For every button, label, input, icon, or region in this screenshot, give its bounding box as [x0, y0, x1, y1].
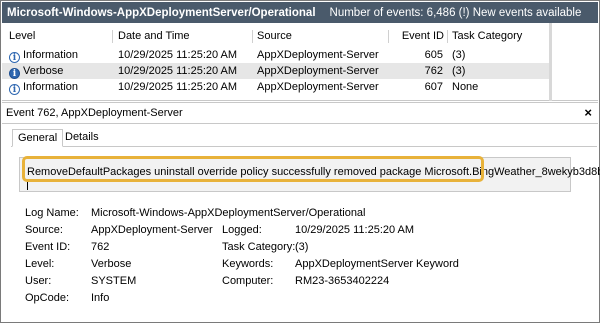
log-title: Microsoft-Windows-AppXDeploymentServer/O…	[7, 6, 316, 19]
row-level: Information	[23, 81, 79, 93]
tab-details[interactable]: Details	[60, 129, 104, 147]
event-id-value: 762	[91, 241, 110, 253]
logged-value: 10/29/2025 11:25:20 AM	[295, 224, 415, 236]
detail-tabs: General Details	[2, 125, 598, 147]
opcode-value: Info	[91, 292, 110, 304]
list-scrollbar[interactable]	[549, 23, 598, 101]
column-header-source[interactable]: Source	[257, 28, 387, 44]
row-event-id: 607	[424, 81, 443, 93]
column-header-date[interactable]: Date and Time	[118, 28, 253, 44]
column-header-event-id[interactable]: Event ID	[394, 28, 444, 44]
row-event-id: 762	[424, 65, 443, 77]
info-icon: i	[9, 52, 20, 63]
tab-general[interactable]: General	[12, 129, 64, 147]
row-event-id: 605	[424, 49, 443, 61]
user-label: User:	[25, 275, 52, 287]
level-value: Verbose	[91, 258, 132, 270]
column-header-task-category[interactable]: Task Category	[452, 28, 547, 44]
event-row[interactable]: i Information 10/29/2025 11:25:20 AM AppX…	[2, 47, 552, 63]
row-date: 10/29/2025 11:25:20 AM	[118, 81, 238, 93]
event-row-selected[interactable]: i Verbose 10/29/2025 11:25:20 AM AppXDepl…	[2, 63, 552, 79]
info-icon: i	[9, 84, 20, 95]
event-id-label: Event ID:	[25, 241, 71, 253]
source-value: AppXDeployment-Server	[91, 224, 213, 236]
level-label: Level:	[25, 258, 55, 270]
row-level: Verbose	[23, 65, 64, 77]
log-header-bar: Microsoft-Windows-AppXDeploymentServer/O…	[2, 2, 598, 23]
event-row[interactable]: i Information 10/29/2025 11:25:20 AM AppX…	[2, 79, 552, 95]
list-header: Level Date and Time Source Event ID Task…	[2, 28, 552, 44]
logged-label: Logged:	[222, 224, 262, 236]
row-source: AppXDeployment-Server	[257, 81, 379, 93]
source-label: Source:	[25, 224, 63, 236]
row-date: 10/29/2025 11:25:20 AM	[118, 65, 238, 77]
close-icon[interactable]: ×	[584, 105, 592, 120]
log-name-value: Microsoft-Windows-AppXDeploymentServer/O…	[91, 207, 366, 219]
scrollbar-track[interactable]	[549, 23, 552, 101]
row-category: None	[452, 81, 479, 93]
message-highlight	[22, 156, 484, 182]
row-category: (3)	[452, 49, 466, 61]
event-viewer-window: Microsoft-Windows-AppXDeploymentServer/O…	[0, 0, 600, 323]
opcode-label: OpCode:	[25, 292, 70, 304]
keywords-label: Keywords:	[222, 258, 274, 270]
computer-value: RM23-3653402224	[295, 275, 390, 287]
row-date: 10/29/2025 11:25:20 AM	[118, 49, 238, 61]
column-header-level[interactable]: Level	[9, 28, 109, 44]
computer-label: Computer:	[222, 275, 274, 287]
keywords-value: AppXDeploymentServer Keyword	[295, 258, 459, 270]
user-value: SYSTEM	[91, 275, 137, 287]
detail-title: Event 762, AppXDeployment-Server	[6, 107, 183, 119]
row-level: Information	[23, 49, 79, 61]
task-category-label: Task Category:	[222, 241, 296, 253]
tab-divider	[11, 146, 597, 147]
row-category: (3)	[452, 65, 466, 77]
event-list: Level Date and Time Source Event ID Task…	[2, 23, 598, 101]
row-source: AppXDeployment-Server	[257, 49, 379, 61]
detail-title-bar: Event 762, AppXDeployment-Server ×	[2, 102, 598, 124]
verbose-icon: i	[9, 68, 20, 79]
log-name-label: Log Name:	[25, 207, 79, 219]
event-count: Number of events: 6,486 (!) New events a…	[329, 6, 582, 19]
row-source: AppXDeployment-Server	[257, 65, 379, 77]
task-category-value: (3)	[295, 241, 309, 253]
